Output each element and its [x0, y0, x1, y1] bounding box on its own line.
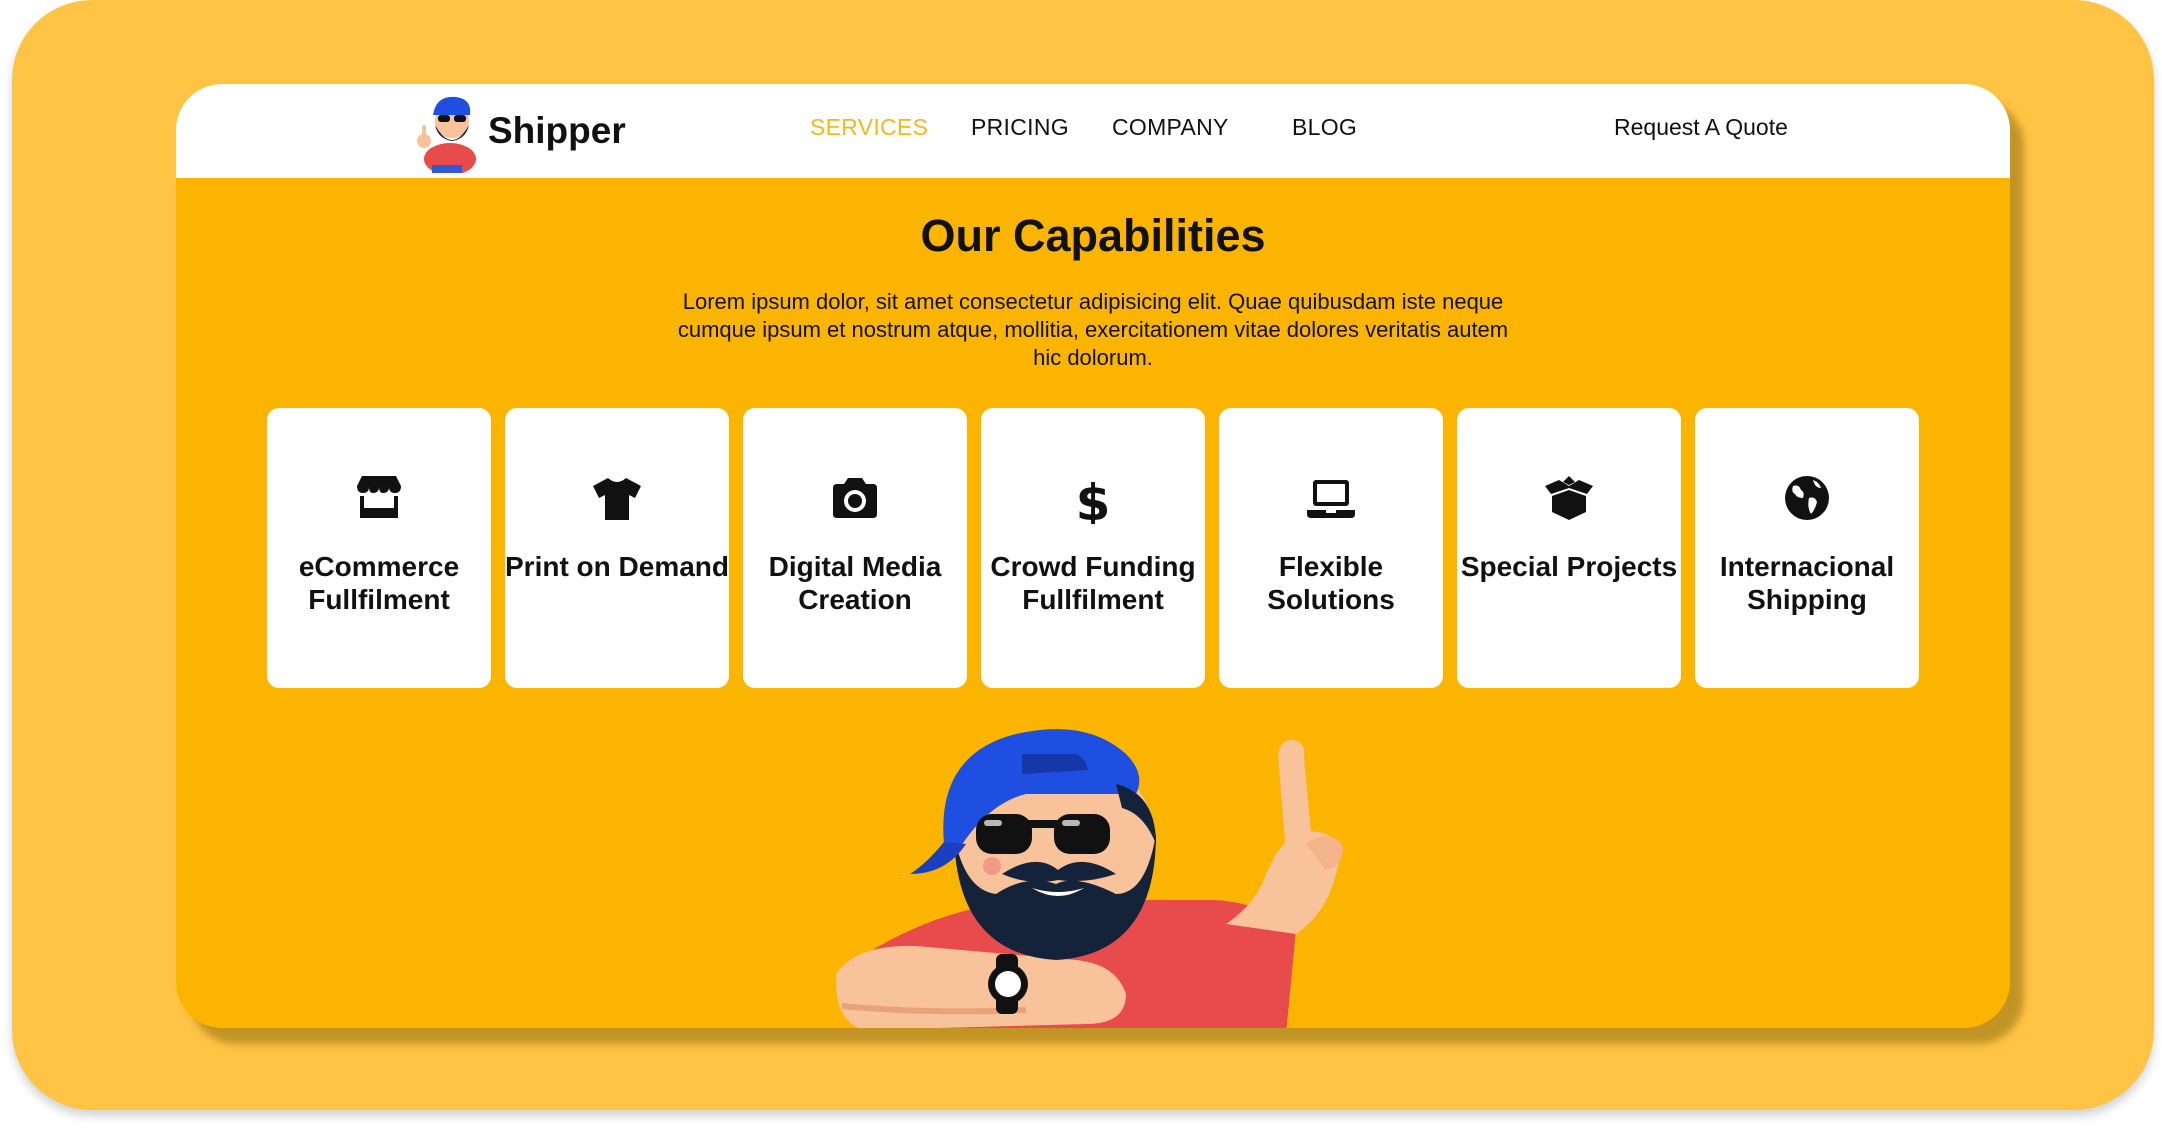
mascot-logo-icon [417, 96, 476, 173]
card-crowd-funding-fulfilment[interactable]: $ Crowd Funding Fullfilment [981, 408, 1205, 688]
card-title: Flexible Solutions [1267, 551, 1395, 615]
card-title: Special Projects [1460, 551, 1678, 582]
card-special-projects[interactable]: Special Projects [1457, 408, 1681, 688]
brand-name: Shipper [488, 110, 626, 151]
svg-text:$: $ [1076, 474, 1111, 524]
browser-frame: Shipper SERVICES PRICING COMPANY BLOG Re… [176, 84, 2010, 1028]
card-title: eCommerce Fullfilment [298, 551, 460, 615]
nav-company[interactable]: COMPANY [1112, 114, 1229, 141]
globe-icon [1785, 476, 1829, 520]
box-open-icon [1545, 476, 1593, 520]
nav-blog[interactable]: BLOG [1292, 114, 1357, 141]
outer-backdrop: Shipper SERVICES PRICING COMPANY BLOG Re… [12, 0, 2154, 1110]
top-navbar: Shipper SERVICES PRICING COMPANY BLOG Re… [176, 84, 2010, 178]
card-title: Digital Media Creation [768, 551, 942, 615]
tshirt-icon [593, 478, 641, 520]
card-international-shipping[interactable]: Internacional Shipping [1695, 408, 1919, 688]
dollar-icon: $ [1076, 474, 1111, 524]
store-icon [357, 476, 401, 518]
card-title: Internacional Shipping [1719, 551, 1895, 615]
section-title: Our Capabilities [920, 210, 1266, 261]
section-description: Lorem ipsum dolor, sit amet consectetur … [677, 289, 1509, 370]
card-ecommerce-fulfilment[interactable]: eCommerce Fullfilment [267, 408, 491, 688]
card-title: Print on Demand [505, 551, 730, 582]
mascot-illustration [835, 729, 1343, 1028]
card-print-on-demand[interactable]: Print on Demand [505, 408, 729, 688]
nav-pricing[interactable]: PRICING [971, 114, 1069, 141]
request-quote-link[interactable]: Request A Quote [1614, 114, 1788, 141]
laptop-icon [1307, 480, 1355, 518]
capabilities-grid: eCommerce Fullfilment Print on Demand Di… [267, 408, 1919, 688]
card-title: Crowd Funding Fullfilment [990, 551, 1196, 615]
logo[interactable]: Shipper [414, 84, 626, 178]
nav-services[interactable]: SERVICES [810, 114, 928, 141]
card-flexible-solutions[interactable]: Flexible Solutions [1219, 408, 1443, 688]
camera-icon [833, 478, 877, 518]
card-digital-media-creation[interactable]: Digital Media Creation [743, 408, 967, 688]
